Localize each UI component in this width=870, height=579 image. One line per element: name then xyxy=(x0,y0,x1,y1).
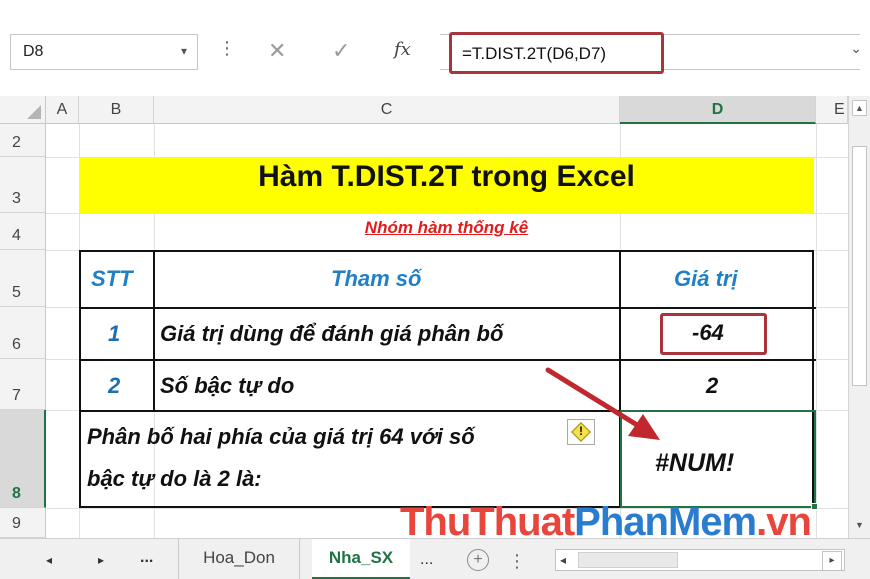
vertical-scroll-thumb[interactable] xyxy=(852,146,867,386)
horizontal-scrollbar[interactable]: ◂ xyxy=(555,549,845,571)
scroll-left-icon[interactable]: ◂ xyxy=(560,553,566,567)
tab-ellipsis-left[interactable]: ... xyxy=(140,549,153,567)
scroll-right-icon[interactable]: ▸ xyxy=(822,551,842,571)
callout-arrow xyxy=(545,367,660,440)
vertical-scrollbar[interactable]: ▲ ▼ xyxy=(848,96,870,538)
tab-ellipsis-right[interactable]: ... xyxy=(420,551,433,569)
horizontal-scroll-thumb[interactable] xyxy=(578,552,678,568)
arrow-shaft xyxy=(545,367,645,431)
arrow-head xyxy=(628,414,660,440)
tab-nha-sx[interactable]: Nha_SX xyxy=(312,539,410,579)
tab-hoa-don[interactable]: Hoa_Don xyxy=(178,539,300,579)
scroll-down-icon[interactable]: ▼ xyxy=(852,518,867,534)
add-sheet-icon[interactable]: + xyxy=(467,549,489,571)
tab-splitter-icon[interactable]: ⋮ xyxy=(508,551,526,572)
sheet-tab-bar: ◂ ▸ ... Hoa_Don Nha_SX ... + ⋮ ◂ ▸ xyxy=(0,538,870,579)
tab-scroll-prev-icon[interactable]: ◂ xyxy=(46,553,52,567)
scroll-up-icon[interactable]: ▲ xyxy=(852,100,867,116)
tab-scroll-next-icon[interactable]: ▸ xyxy=(98,553,104,567)
